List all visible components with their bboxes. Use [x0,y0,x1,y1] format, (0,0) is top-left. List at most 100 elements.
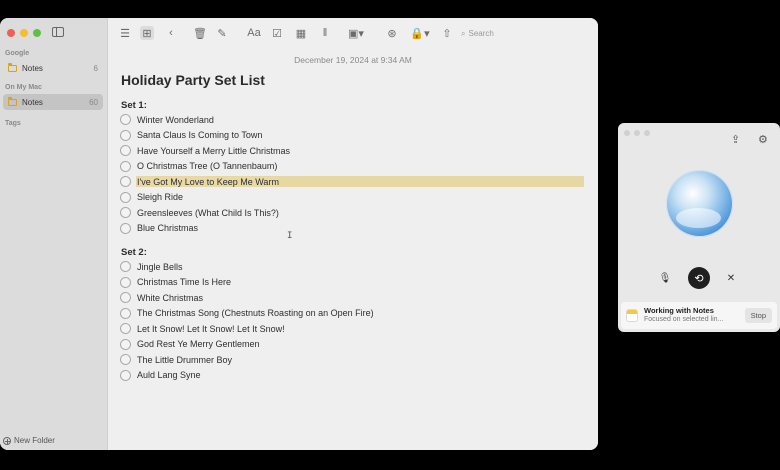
checkbox-circle[interactable] [120,160,131,172]
checklist-item[interactable]: Santa Claus Is Coming to Town [120,128,290,144]
checklist-item[interactable]: Have Yourself a Merry Little Christmas [120,143,290,159]
checklist-item[interactable]: The Christmas Song (Chestnuts Roasting o… [120,306,374,322]
checklist-item-text: The Christmas Song (Chestnuts Roasting o… [137,308,374,319]
checklist-item[interactable]: The Little Drummer Boy [120,352,374,368]
checklist-item-text: White Christmas [137,292,204,303]
microphone-icon[interactable]: 🎙 [657,270,673,286]
checklist-item[interactable]: Auld Lang Syne [120,368,374,384]
back-chevron-icon[interactable]: ‹ [164,26,178,40]
set-2-heading[interactable]: Set 2: [121,247,147,258]
toolbar: ☰ ⊞ ‹ 🗑 ✎ Aa ☑ ▦ ǁ ▣▾ ⊛ 🔒▾ ⇧ ⌕ Search [108,18,598,48]
notes-window: Google Notes 6 On My Mac Notes 60 Tags N… [0,18,598,450]
close-window-button[interactable] [7,29,15,37]
checkbox-circle[interactable] [120,176,131,188]
checkbox-circle[interactable] [120,145,131,157]
checklist-item-text: Blue Christmas [137,223,199,234]
checklist-item-text: Greensleeves (What Child Is This?) [137,207,279,218]
panel-window-controls [624,130,650,136]
checkbox-circle[interactable] [120,114,131,126]
checklist-item-text: Jingle Bells [137,261,183,272]
format-text-button[interactable]: Aa [245,26,263,40]
audio-waveform-icon[interactable]: ǁ [318,26,332,40]
checklist-item[interactable]: Sleigh Ride [120,190,290,206]
checkbox-circle[interactable] [120,222,131,234]
list-view-icon[interactable]: ☰ [118,26,132,40]
sidebar-toggle-icon[interactable] [52,27,64,37]
search-icon: ⌕ [461,28,466,38]
checklist-item-text: God Rest Ye Merry Gentlemen [137,339,260,350]
checkbox-circle[interactable] [120,276,131,288]
checkbox-circle[interactable] [120,207,131,219]
checkbox-circle[interactable] [120,129,131,141]
checklist-item[interactable]: White Christmas [120,290,374,306]
checklist-item[interactable]: Blue Christmas [120,221,290,237]
checklist-item-text: I've Got My Love to Keep Me Warm [137,176,279,187]
checkbox-circle[interactable] [120,261,131,273]
panel-minimize-button[interactable] [634,130,640,136]
compose-icon[interactable]: ✎ [215,26,229,40]
minimize-window-button[interactable] [20,29,28,37]
folder-google-notes[interactable]: Notes 6 [3,60,103,76]
checkbox-circle[interactable] [120,191,131,203]
media-menu-icon[interactable]: ▣▾ [344,26,368,40]
collaborate-icon[interactable]: ⊛ [385,26,399,40]
folder-icon [8,96,17,106]
folder-icon [8,62,17,72]
folder-count: 6 [93,63,98,73]
status-title: Working with Notes [644,306,714,316]
new-folder-label: New Folder [14,436,55,445]
stop-button[interactable]: Stop [744,308,772,323]
text-cursor-icon: I [287,231,293,241]
checkbox-circle[interactable] [120,292,131,304]
set-1-checklist: Winter Wonderland Santa Claus Is Coming t… [120,112,584,237]
checklist-item[interactable]: Christmas Time Is Here [120,275,374,291]
checkbox-circle[interactable] [120,307,131,319]
screen-share-icon[interactable]: ⟲ [688,267,710,289]
search-field[interactable]: ⌕ Search [461,27,541,40]
checkbox-circle[interactable] [120,338,131,350]
status-subtitle: Focused on selected lin... [644,315,724,323]
share-icon[interactable]: ⇧ [440,26,454,40]
checkbox-circle[interactable] [120,369,131,381]
panel-close-button[interactable] [624,130,630,136]
lock-menu-icon[interactable]: 🔒▾ [409,26,431,40]
assistant-panel: ⇪ ⚙ 🎙 ⟲ ✕ Working with Notes Focused on … [618,123,780,332]
folder-name: Notes [22,97,43,107]
note-title[interactable]: Holiday Party Set List [121,72,265,88]
checklist-item-text: O Christmas Tree (O Tannenbaum) [137,161,278,172]
folder-name: Notes [22,63,43,73]
checklist-item[interactable]: O Christmas Tree (O Tannenbaum) [120,159,290,175]
checklist-item-text: Sleigh Ride [137,192,184,203]
checkbox-circle[interactable] [120,323,131,335]
notes-app-icon [626,309,638,322]
checklist-item[interactable]: God Rest Ye Merry Gentlemen [120,337,374,353]
checklist-icon[interactable]: ☑ [270,26,284,40]
close-icon[interactable]: ✕ [723,270,739,286]
checklist-item[interactable]: Jingle Bells [120,259,374,275]
checklist-item[interactable]: Winter Wonderland [120,112,290,128]
zoom-window-button[interactable] [33,29,41,37]
checklist-item-text: Winter Wonderland [137,114,214,125]
status-text: Working with Notes Focused on selected l… [644,307,745,324]
checklist-item[interactable]: Let It Snow! Let It Snow! Let It Snow! [120,321,374,337]
gallery-view-icon[interactable]: ⊞ [140,26,154,40]
section-label-on-my-mac: On My Mac [5,84,42,91]
panel-zoom-button[interactable] [644,130,650,136]
checkbox-circle[interactable] [120,354,131,366]
set-1-heading[interactable]: Set 1: [121,100,147,111]
new-folder-button[interactable]: New Folder [3,436,55,445]
checklist-item[interactable]: Greensleeves (What Child Is This?) [120,205,290,221]
table-icon[interactable]: ▦ [294,26,308,40]
trash-icon[interactable]: 🗑 [193,26,207,40]
section-label-google: Google [5,50,30,57]
folder-mac-notes[interactable]: Notes 60 [3,94,103,110]
plus-circle-icon [3,436,11,445]
checklist-item-text: Santa Claus Is Coming to Town [137,130,263,141]
checklist-item-text: Let It Snow! Let It Snow! Let It Snow! [137,323,285,334]
window-controls [7,29,41,37]
share-icon[interactable]: ⇪ [731,133,743,146]
checklist-item-text: Have Yourself a Merry Little Christmas [137,145,291,156]
settings-sliders-icon[interactable]: ⚙ [758,133,770,146]
checklist-item-text: Auld Lang Syne [137,370,201,381]
checklist-item[interactable]: I've Got My Love to Keep Me Warm [120,174,584,190]
